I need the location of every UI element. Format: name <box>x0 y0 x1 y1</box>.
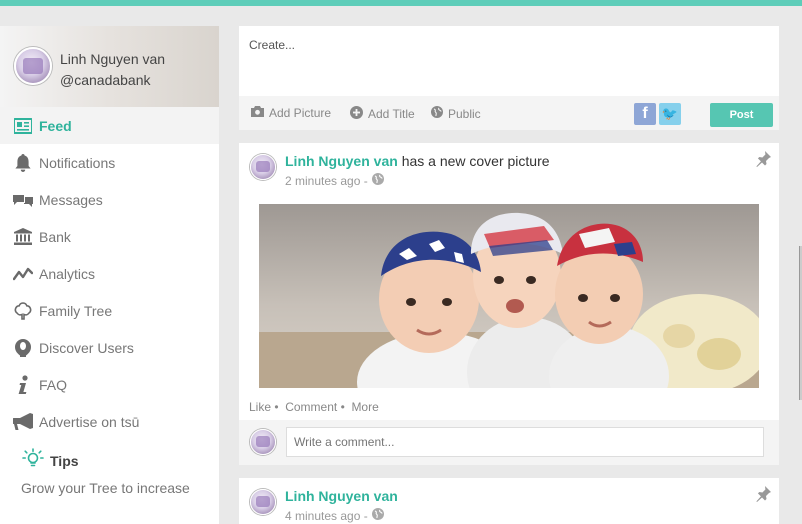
pin-icon[interactable] <box>755 486 771 507</box>
post-button[interactable]: Post <box>710 103 773 127</box>
twitter-share-icon[interactable]: 🐦 <box>659 103 681 125</box>
sidebar-item-messages[interactable]: Messages <box>0 181 219 218</box>
comment-box <box>239 420 779 465</box>
bank-icon <box>13 228 33 246</box>
cover-photo[interactable] <box>259 204 759 388</box>
bell-icon <box>13 153 33 172</box>
post-actions: Like • Comment • More <box>249 400 379 414</box>
sidebar-item-label: FAQ <box>39 376 68 393</box>
add-picture-button[interactable]: Add Picture <box>251 106 331 120</box>
sidebar-item-label: Messages <box>39 191 103 208</box>
sidebar-item-label: Feed <box>39 117 72 134</box>
post-timestamp[interactable]: 2 minutes ago - <box>285 174 368 188</box>
profile-handle: @canadabank <box>60 72 151 88</box>
composer-toolbar: Add Picture Add Title Public f 🐦 Post <box>239 96 779 130</box>
pin-icon[interactable] <box>755 151 771 172</box>
tips-text: Grow your Tree to increase <box>21 480 190 496</box>
avatar[interactable] <box>14 47 52 85</box>
globe-icon <box>368 508 384 523</box>
sidebar-item-label: Advertise on tsū <box>39 413 140 430</box>
camera-icon <box>251 106 269 120</box>
sidebar: Linh Nguyen van @canadabank Feed Notific… <box>0 26 219 440</box>
post-author-link[interactable]: Linh Nguyen van <box>285 488 398 504</box>
avatar[interactable] <box>250 489 276 515</box>
add-title-button[interactable]: Add Title <box>350 106 415 122</box>
sidebar-item-label: Analytics <box>39 265 96 282</box>
sidebar-item-label: Bank <box>39 228 71 245</box>
feed-icon <box>13 117 33 135</box>
comment-input[interactable] <box>286 427 764 457</box>
analytics-icon <box>13 265 33 283</box>
sidebar-item-family-tree[interactable]: Family Tree <box>0 292 219 329</box>
sidebar-nav: Feed Notifications Messages Bank Analyti… <box>0 107 219 440</box>
profile-card[interactable]: Linh Nguyen van @canadabank <box>0 26 219 107</box>
info-icon <box>13 374 33 394</box>
sidebar-item-feed[interactable]: Feed <box>0 107 219 144</box>
avatar <box>250 429 276 455</box>
top-accent-bar <box>0 0 802 6</box>
feed-post: Linh Nguyen van has a new cover picture … <box>239 143 779 420</box>
like-button[interactable]: Like <box>249 400 271 414</box>
post-timestamp[interactable]: 4 minutes ago - <box>285 509 368 523</box>
post-composer: Create... Add Picture Add Title Public f… <box>239 26 779 130</box>
globe-icon <box>368 173 384 188</box>
lightbulb-icon <box>22 448 50 473</box>
sidebar-item-label: Family Tree <box>39 302 113 319</box>
sidebar-item-faq[interactable]: FAQ <box>0 366 219 403</box>
sidebar-item-notifications[interactable]: Notifications <box>0 144 219 181</box>
comment-button[interactable]: Comment <box>285 400 337 414</box>
tips-panel: Tips Grow your Tree to increase <box>0 434 219 524</box>
create-post-input[interactable]: Create... <box>249 38 295 52</box>
tree-icon <box>13 301 33 320</box>
globe-icon <box>431 106 448 121</box>
sidebar-item-label: Discover Users <box>39 339 134 356</box>
discover-icon <box>13 338 33 357</box>
profile-name[interactable]: Linh Nguyen van <box>60 49 165 70</box>
facebook-share-icon[interactable]: f <box>634 103 656 125</box>
tips-title: Tips <box>50 452 79 469</box>
feed-post: Linh Nguyen van 4 minutes ago - <box>239 478 779 524</box>
sidebar-item-label: Notifications <box>39 154 116 171</box>
more-button[interactable]: More <box>351 400 378 414</box>
sidebar-item-discover-users[interactable]: Discover Users <box>0 329 219 366</box>
chat-icon <box>13 191 33 209</box>
post-author-link[interactable]: Linh Nguyen van <box>285 153 398 169</box>
avatar[interactable] <box>250 154 276 180</box>
megaphone-icon <box>13 412 33 431</box>
plus-circle-icon <box>350 106 368 122</box>
sidebar-item-analytics[interactable]: Analytics <box>0 255 219 292</box>
post-action-text: has a new cover picture <box>401 153 550 169</box>
privacy-selector[interactable]: Public <box>431 106 481 121</box>
sidebar-item-bank[interactable]: Bank <box>0 218 219 255</box>
